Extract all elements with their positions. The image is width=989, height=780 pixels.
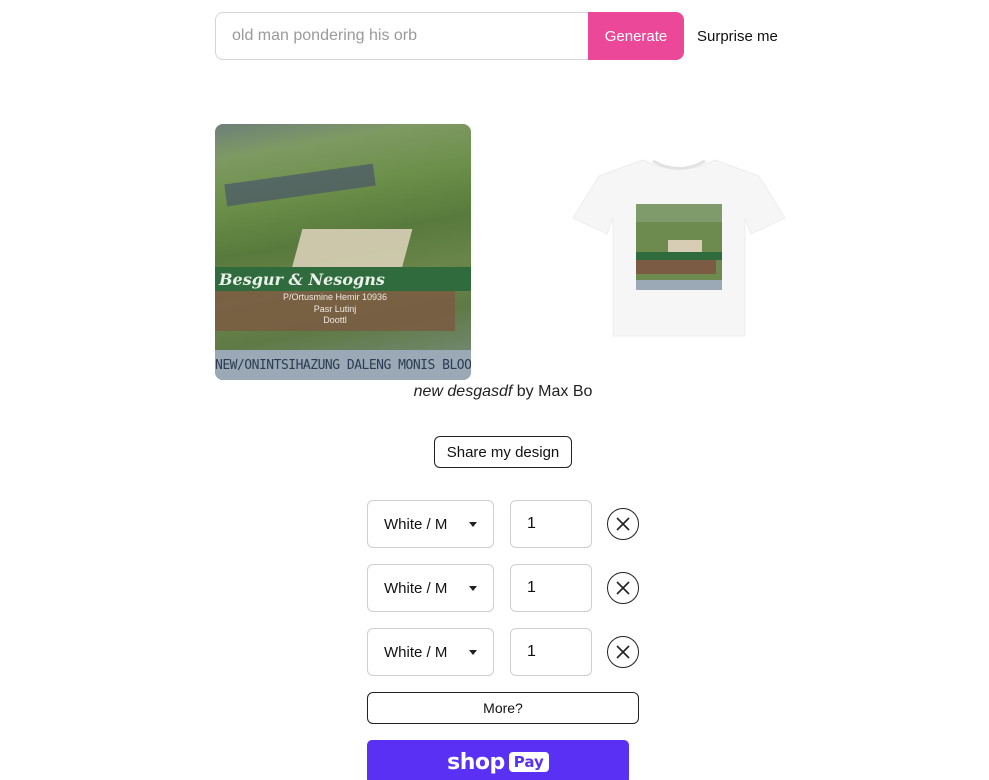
remove-item-button[interactable] (607, 636, 639, 668)
variant-select[interactable]: White / M (367, 628, 494, 676)
variant-select[interactable]: White / M (367, 500, 494, 548)
line-item-row: White / M (367, 628, 642, 676)
image-subtext: Doottl (323, 315, 347, 325)
variant-select[interactable]: White / M (367, 564, 494, 612)
line-item-row: White / M (367, 500, 642, 548)
remove-item-button[interactable] (607, 508, 639, 540)
tshirt-preview (573, 159, 785, 337)
variant-value: White / M (384, 515, 448, 533)
image-subtext: Pasr Lutinj (313, 304, 357, 314)
design-author: Max Bo (538, 383, 593, 400)
caption-by: by (516, 383, 534, 400)
prompt-bar: Generate Surprise me (215, 12, 795, 60)
caret-down-icon (469, 650, 477, 655)
share-design-button[interactable]: Share my design (434, 436, 572, 468)
more-items-button[interactable]: More? (367, 692, 639, 724)
quantity-input[interactable] (510, 564, 592, 612)
close-icon (616, 517, 630, 531)
image-banner-text: Besgur & Nesogns (219, 270, 385, 289)
shop-pay-button[interactable]: shop Pay (367, 740, 629, 780)
caret-down-icon (469, 522, 477, 527)
remove-item-button[interactable] (607, 572, 639, 604)
shop-pay-badge: Pay (508, 752, 549, 772)
design-title: new desgasdf (413, 383, 513, 400)
prompt-input[interactable] (215, 12, 588, 60)
image-subtext: P/Ortusmine Hemir 10936 (282, 292, 388, 302)
image-bottom-text: NEW/ONINTSIHAZUNG DALENG MONIS BLOOF (215, 358, 471, 373)
close-icon (616, 581, 630, 595)
variant-value: White / M (384, 579, 448, 597)
close-icon (616, 645, 630, 659)
shop-pay-logo-text: shop (447, 749, 505, 775)
quantity-input[interactable] (510, 628, 592, 676)
generate-button[interactable]: Generate (588, 12, 684, 60)
variant-value: White / M (384, 643, 448, 661)
surprise-me-button[interactable]: Surprise me (697, 28, 778, 45)
generated-design-image[interactable]: Besgur & Nesogns P/Ortusmine Hemir 10936… (215, 124, 471, 380)
image-texture (224, 163, 376, 207)
caret-down-icon (469, 586, 477, 591)
design-caption: new desgasdf by Max Bo (215, 383, 791, 401)
line-item-row: White / M (367, 564, 642, 612)
quantity-input[interactable] (510, 500, 592, 548)
